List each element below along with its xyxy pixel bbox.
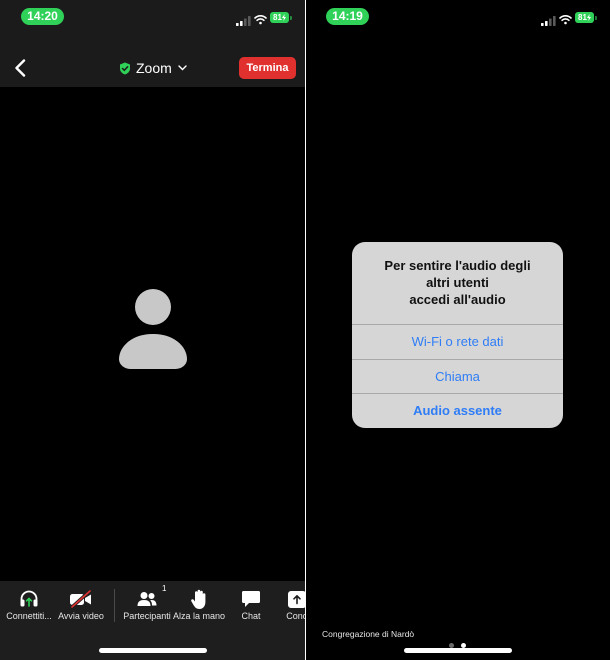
raise-hand-label: Alza la mano bbox=[172, 611, 226, 621]
avatar-body bbox=[119, 334, 187, 369]
chevron-left-icon bbox=[15, 59, 26, 77]
share-screen-icon bbox=[268, 587, 305, 611]
signal-icon bbox=[236, 13, 251, 31]
join-audio-button[interactable]: Connettiti... bbox=[0, 587, 58, 625]
wifi-icon bbox=[254, 12, 267, 30]
meeting-name: Congregazione di Nardò bbox=[322, 629, 415, 639]
wifi-icon bbox=[559, 12, 572, 30]
start-video-button[interactable]: Avvia video bbox=[52, 587, 110, 625]
bolt-icon bbox=[281, 14, 286, 21]
meeting-title: Zoom bbox=[136, 60, 172, 76]
bolt-icon bbox=[586, 14, 591, 21]
avatar-head bbox=[135, 289, 171, 325]
share-screen-label: Cond bbox=[286, 611, 305, 621]
status-time: 14:20 bbox=[21, 8, 64, 25]
dialog-title-line: accedi all'audio bbox=[409, 292, 506, 307]
battery-level: 81 bbox=[273, 13, 282, 22]
home-indicator bbox=[404, 648, 512, 653]
dialog-title: Per sentire l'audio degli altri utenti a… bbox=[352, 257, 563, 308]
start-video-label: Avvia video bbox=[58, 611, 104, 621]
toolbar-divider bbox=[114, 589, 115, 622]
meeting-title-dropdown[interactable]: Zoom bbox=[119, 59, 187, 77]
participants-button[interactable]: 1 Partecipanti bbox=[118, 584, 176, 625]
back-button[interactable] bbox=[9, 56, 31, 80]
video-off-icon bbox=[52, 587, 110, 611]
zoom-meeting-screen: 14:20 81 Zoom Termina Connettiti... Avvi… bbox=[0, 0, 305, 660]
audio-prompt-screen: 14:19 81 Per sentire l'audio degli altri… bbox=[306, 0, 610, 660]
participants-label: Partecipanti bbox=[123, 611, 171, 621]
home-indicator bbox=[99, 648, 207, 653]
participants-icon bbox=[118, 587, 176, 611]
raise-hand-button[interactable]: Alza la mano bbox=[170, 587, 228, 625]
dialog-title-line: altri utenti bbox=[426, 275, 489, 290]
headphones-icon bbox=[0, 587, 58, 611]
status-time: 14:19 bbox=[326, 8, 369, 25]
participants-count-badge: 1 bbox=[162, 584, 167, 593]
battery-charging-icon: 81 bbox=[270, 12, 292, 23]
join-audio-dialog: Per sentire l'audio degli altri utenti a… bbox=[352, 242, 563, 428]
battery-level: 81 bbox=[578, 13, 587, 22]
call-audio-option[interactable]: Chiama bbox=[352, 358, 563, 394]
signal-icon bbox=[541, 13, 556, 31]
chevron-down-icon bbox=[178, 65, 187, 71]
wifi-audio-option[interactable]: Wi-Fi o rete dati bbox=[352, 324, 563, 359]
meeting-header: 14:20 81 Zoom Termina bbox=[0, 0, 305, 87]
shield-check-icon bbox=[120, 62, 130, 74]
dialog-title-line: Per sentire l'audio degli bbox=[384, 258, 531, 273]
raise-hand-icon bbox=[170, 587, 228, 611]
join-audio-label: Connettiti... bbox=[6, 611, 52, 621]
share-screen-button[interactable]: Cond bbox=[268, 587, 305, 625]
no-audio-option[interactable]: Audio assente bbox=[352, 393, 563, 428]
end-meeting-button[interactable]: Termina bbox=[239, 57, 296, 79]
battery-charging-icon: 81 bbox=[575, 12, 597, 23]
